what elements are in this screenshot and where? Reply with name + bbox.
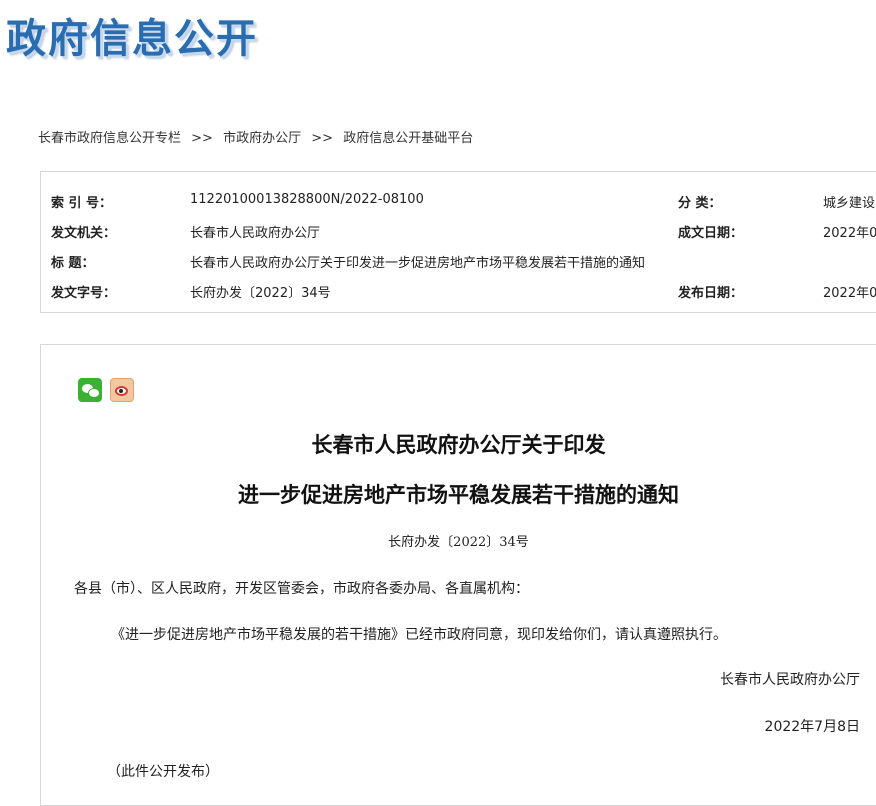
wechat-icon[interactable] (78, 378, 102, 402)
index-value: 11220100013828800N/2022-08100 (190, 192, 424, 207)
title-value: 长春市人民政府办公厅关于印发进一步促进房地产市场平稳发展若干措施的通知 (190, 256, 646, 271)
breadcrumb-separator: >> (191, 131, 213, 146)
title-label: 标 题： (51, 256, 95, 271)
breadcrumb-item-info-platform[interactable]: 政府信息公开基础平台 (343, 131, 473, 146)
published-date-label: 发布日期： (678, 286, 744, 301)
doc-number-value: 长府办发〔2022〕34号 (190, 286, 331, 301)
document-number: 长府办发〔2022〕34号 (388, 535, 529, 550)
category-value: 城乡建设 (823, 196, 876, 211)
breadcrumb-item-gov-info-column[interactable]: 长春市政府信息公开专栏 (38, 131, 181, 146)
addressee: 各县（市）、区人民政府，开发区管委会，市政府各委办局、各直属机构： (74, 581, 529, 597)
meta-row-title: 标 题： 长春市人民政府办公厅关于印发进一步促进房地产市场平稳发展若干措施的通知 (41, 244, 876, 274)
share-bar (78, 378, 137, 402)
meta-row-issuer: 发文机关： 长春市人民政府办公厅 成文日期： 2022年0 (41, 214, 876, 244)
signature-date: 2022年7月8日 (764, 719, 860, 735)
issuer-label: 发文机关： (51, 226, 117, 241)
created-date-label: 成文日期： (678, 226, 744, 241)
published-date-value: 2022年0 (823, 286, 876, 301)
publication-note: （此件公开发布） (107, 764, 219, 780)
category-label: 分 类： (678, 196, 722, 211)
meta-row-docno: 发文字号： 长府办发〔2022〕34号 发布日期： 2022年0 (41, 274, 876, 304)
created-date-value: 2022年0 (823, 226, 876, 241)
document-title-line1: 长春市人民政府办公厅关于印发 (311, 432, 606, 457)
document-title-line2: 进一步促进房地产市场平稳发展若干措施的通知 (238, 482, 679, 507)
breadcrumb-separator: >> (311, 131, 334, 146)
body-paragraph: 《进一步促进房地产市场平稳发展的若干措施》已经市政府同意，现印发给你们，请认真遵… (111, 627, 727, 643)
index-label: 索 引 号： (51, 196, 113, 211)
signature-organization: 长春市人民政府办公厅 (720, 672, 860, 688)
document-metadata-panel: 索 引 号： 11220100013828800N/2022-08100 分 类… (40, 171, 876, 313)
site-logo[interactable]: 政府信息公开 (6, 6, 258, 64)
breadcrumb-item-general-office[interactable]: 市政府办公厅 (223, 131, 301, 146)
breadcrumb: 长春市政府信息公开专栏 >> 市政府办公厅 >> 政府信息公开基础平台 (38, 127, 473, 146)
doc-number-label: 发文字号： (51, 286, 117, 301)
issuer-value: 长春市人民政府办公厅 (190, 226, 321, 241)
meta-row-index: 索 引 号： 11220100013828800N/2022-08100 分 类… (41, 184, 876, 214)
weibo-icon[interactable] (110, 378, 135, 402)
document-content: 长春市人民政府办公厅关于印发 进一步促进房地产市场平稳发展若干措施的通知 长府办… (40, 344, 876, 806)
